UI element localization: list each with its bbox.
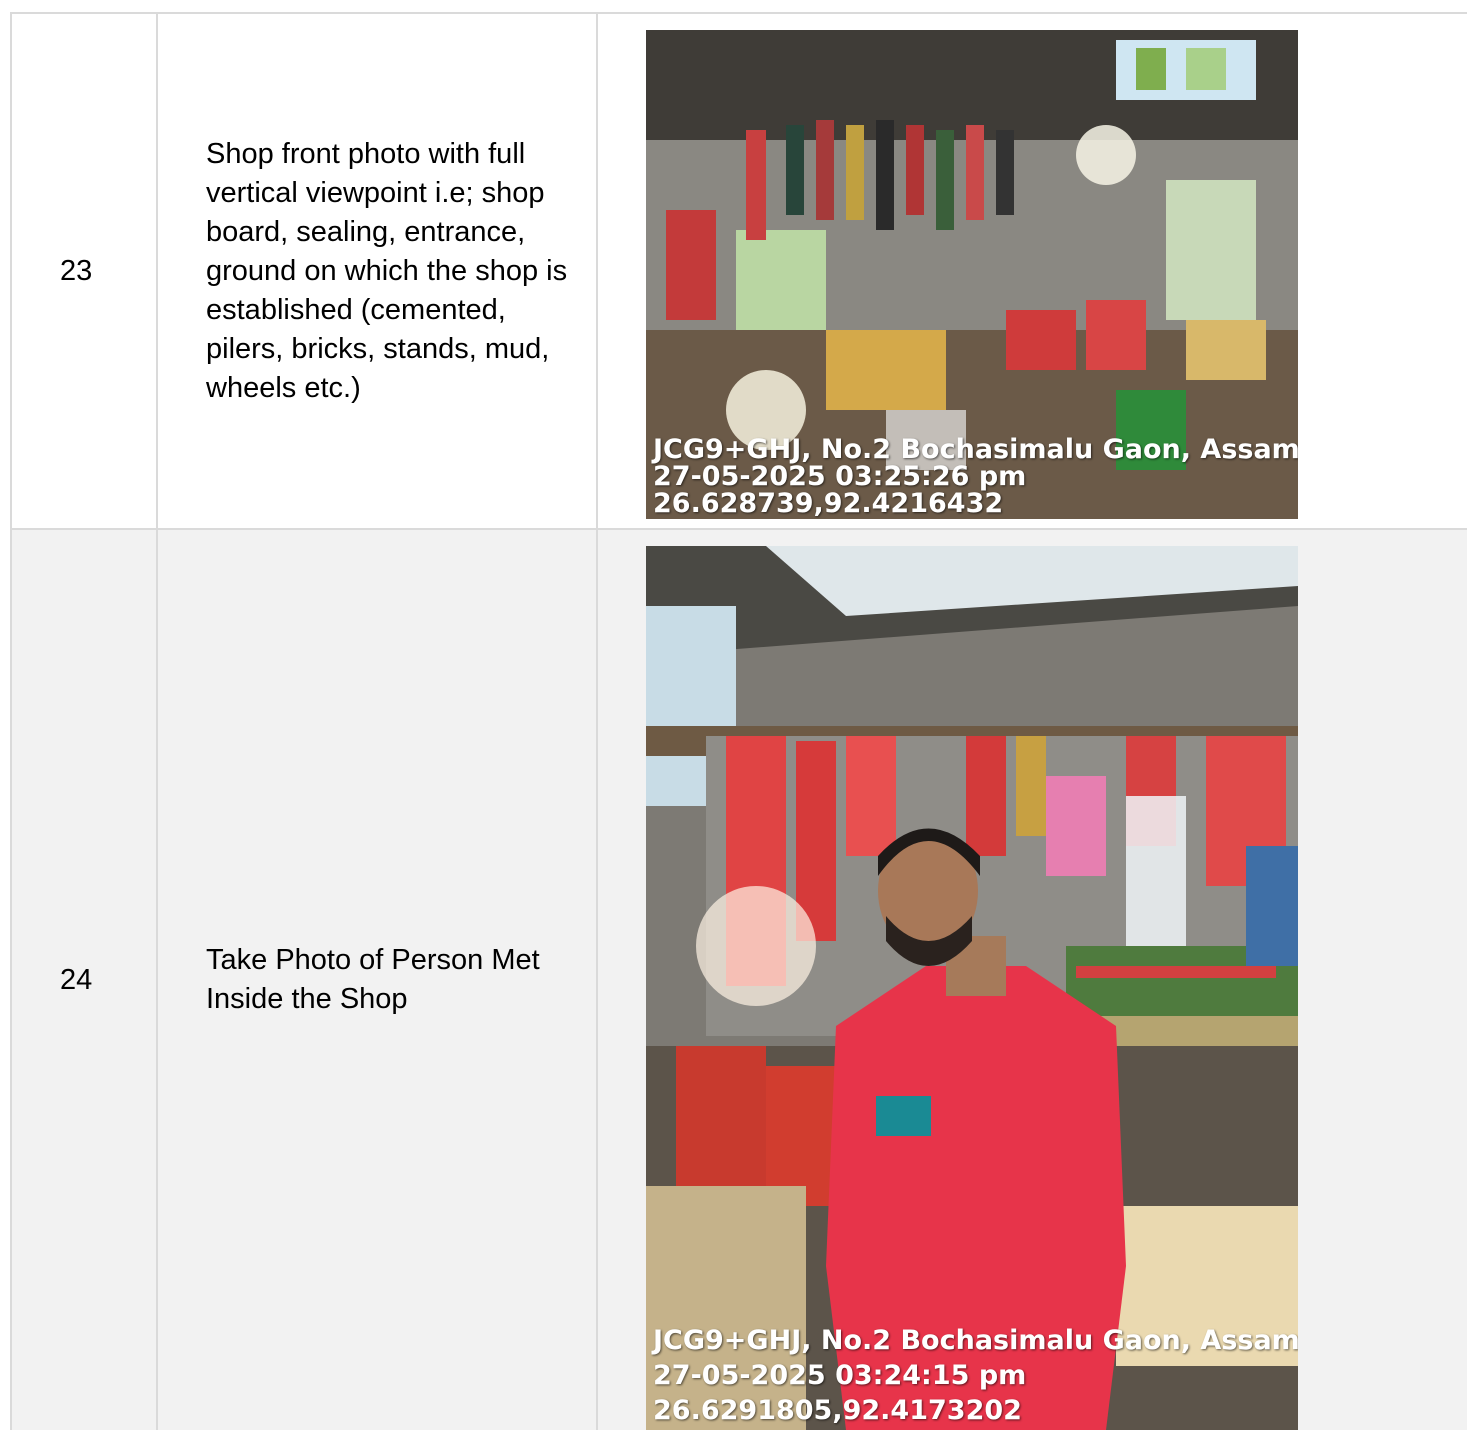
row-number: 24 [60, 963, 93, 996]
geotag-datetime: 27-05-2025 03:25:26 pm [653, 461, 1027, 492]
geotag-coords: 26.628739,92.4216432 [653, 488, 1004, 519]
geotag-location: JCG9+GHJ, No.2 Bochasimalu Gaon, Assam [653, 434, 1298, 465]
shop-front-photo: JCG9+GHJ, No.2 Bochasimalu Gaon, Assam 2… [646, 30, 1298, 519]
table-row: 23 Shop front photo with full vertical v… [12, 14, 1467, 530]
row-photo-cell: JCG9+GHJ, No.2 Bochasimalu Gaon, Assam 2… [598, 14, 1467, 528]
table-row: 24 Take Photo of Person Met Inside the S… [12, 530, 1467, 1430]
person-in-shop-image [646, 546, 1298, 1430]
row-description-cell: Shop front photo with full vertical view… [158, 14, 598, 528]
row-number: 23 [60, 254, 93, 287]
row-number-cell: 23 [12, 14, 158, 528]
geotag-coords: 26.6291805,92.4173202 [653, 1395, 1022, 1426]
row-description-cell: Take Photo of Person Met Inside the Shop [158, 530, 598, 1430]
row-description: Shop front photo with full vertical view… [206, 137, 568, 404]
geotag-datetime: 27-05-2025 03:24:15 pm [653, 1360, 1027, 1391]
photo-geotag-stamp: JCG9+GHJ, No.2 Bochasimalu Gaon, Assam 2… [653, 436, 1298, 517]
person-met-photo: JCG9+GHJ, No.2 Bochasimalu Gaon, Assam 2… [646, 546, 1298, 1430]
geotag-location: JCG9+GHJ, No.2 Bochasimalu Gaon, Assam [653, 1325, 1298, 1356]
row-photo-cell: JCG9+GHJ, No.2 Bochasimalu Gaon, Assam 2… [598, 530, 1467, 1430]
row-description: Take Photo of Person Met Inside the Shop [206, 944, 540, 1015]
photo-geotag-stamp: JCG9+GHJ, No.2 Bochasimalu Gaon, Assam 2… [653, 1323, 1298, 1428]
survey-table: 23 Shop front photo with full vertical v… [10, 12, 1467, 1430]
row-number-cell: 24 [12, 530, 158, 1430]
